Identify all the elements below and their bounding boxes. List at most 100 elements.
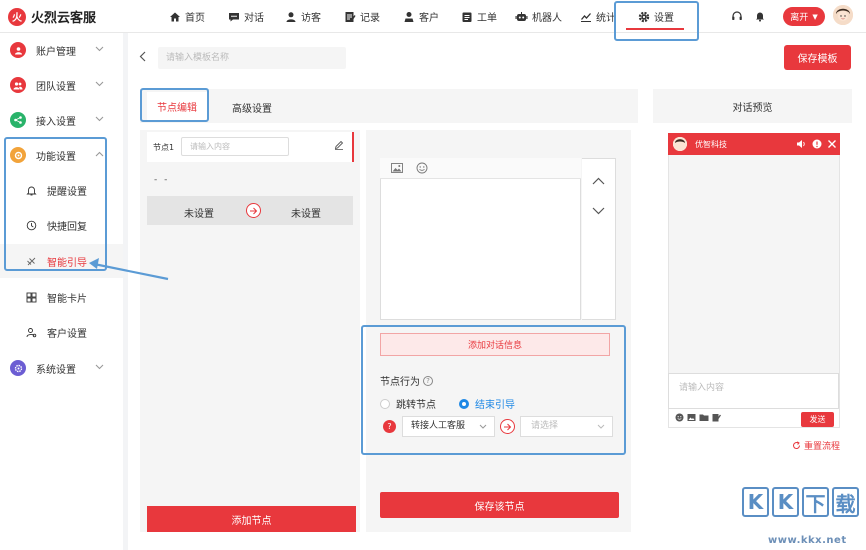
reset-flow-link[interactable]: 重置流程 [792,439,840,452]
annotation-arrow-icon [89,258,169,281]
customer-icon [404,11,414,22]
chat-preview-tools [675,413,721,422]
template-name-placeholder: 请输入模板名称 [166,53,230,63]
watermark-url: www.kkx.net [768,535,847,546]
speaker-icon[interactable] [796,139,806,149]
nav-item-robot[interactable]: 机器人 [515,9,562,24]
save-template-label: 保存模板 [797,54,838,65]
node-label: 节点1 [153,143,175,152]
sidebar-group-label: 系统设置 [36,364,76,376]
unset-left-label[interactable]: 未设置 [184,205,214,220]
nav-label: 工单 [477,13,497,24]
watermark: K K 下 载 [742,487,859,517]
nav-item-home[interactable]: 首页 [169,9,205,24]
top-bar: 火 火烈云客服 首页 对话 访客 记录 客户 工单 机器人 统计 设置 离开 ▼ [0,0,866,33]
arrow-right-icon [246,203,261,218]
sidebar-group-label: 团队设置 [36,81,76,93]
status-label: 离开 [790,13,809,23]
sidebar-group-label: 账户管理 [36,46,76,58]
logo[interactable]: 火 火烈云客服 [8,7,96,26]
nav-label: 统计 [596,13,616,24]
record-icon [345,11,356,22]
nav-item-customer[interactable]: 客户 [403,9,439,24]
save-node-label: 保存该节点 [474,501,525,513]
unset-right-label[interactable]: 未设置 [291,205,321,220]
bell-icon[interactable] [754,10,766,22]
headset-icon[interactable] [731,10,743,22]
chat-preview-header: 优智科技 [668,133,840,155]
status-button[interactable]: 离开 ▼ [783,7,825,26]
nav-item-chat[interactable]: 对话 [228,9,264,24]
add-node-label: 添加节点 [231,515,272,527]
chat-preview-body [669,155,839,373]
message-textarea[interactable] [380,158,581,320]
chevron-down-icon [95,46,104,52]
info-icon[interactable] [812,139,822,149]
robot-icon [515,11,528,21]
chevron-down-icon [95,81,104,87]
back-chevron-icon[interactable] [139,51,147,62]
save-node-button[interactable]: 保存该节点 [380,492,619,518]
pencil-icon[interactable] [334,140,344,150]
logo-text: 火烈云客服 [31,11,97,26]
editor-toolbar [380,158,581,179]
sidebar-item-smart-card[interactable]: 智能卡片 [0,280,123,314]
company-avatar [673,137,687,151]
sidebar-item-label: 客户设置 [47,328,87,340]
highlight-function-settings [4,137,107,271]
node-active-indicator [352,132,354,162]
sidebar-group-access[interactable]: 接入设置 [0,103,123,137]
logo-flame-icon: 火 [8,7,26,26]
image-icon[interactable] [687,413,696,422]
template-name-input[interactable]: 请输入模板名称 [158,47,346,69]
watermark-char: 下 [802,487,829,517]
send-button[interactable]: 发送 [801,412,834,427]
preview-header: 对话预览 [653,89,852,123]
caret-down-icon: ▼ [812,12,818,21]
tab-label: 高级设置 [232,104,272,115]
nav-item-stats[interactable]: 统计 [580,9,616,24]
account-icon [10,42,26,58]
visitor-icon [286,11,296,22]
chat-icon [229,12,239,21]
stats-icon [581,12,591,22]
access-icon [10,112,26,128]
emoji-icon[interactable] [416,162,428,174]
image-icon[interactable] [391,163,403,173]
nav-item-ticket[interactable]: 工单 [461,9,497,24]
system-icon [10,360,26,376]
nav-item-visitor[interactable]: 访客 [285,9,321,24]
sidebar-item-label: 智能卡片 [47,293,87,305]
node-content-input[interactable]: 请输入内容 [181,137,289,156]
nav-item-record[interactable]: 记录 [344,9,380,24]
chat-preview-input[interactable]: 请输入内容 [668,373,839,409]
node-dash: - - [154,175,170,185]
close-icon[interactable] [827,139,837,149]
watermark-char: K [742,487,769,517]
avatar[interactable] [833,5,853,25]
node-list-panel [140,130,360,532]
emoji-icon[interactable] [675,413,684,422]
sidebar-group-label: 接入设置 [36,116,76,128]
home-icon [170,12,180,21]
tab-advanced[interactable]: 高级设置 [232,100,272,115]
sidebar-group-system[interactable]: 系统设置 [0,351,123,385]
chat-input-placeholder: 请输入内容 [679,383,725,393]
highlight-node-behavior [361,325,626,455]
add-node-button[interactable]: 添加节点 [147,506,356,532]
watermark-char: K [772,487,799,517]
nav-label: 首页 [185,13,205,24]
edit-icon[interactable] [712,413,721,422]
chevron-down-icon [95,116,104,122]
chevron-up-icon[interactable] [592,177,605,185]
ticket-icon [462,12,472,22]
node-input-placeholder: 请输入内容 [190,142,230,151]
save-template-button[interactable]: 保存模板 [784,45,851,70]
chevron-down-icon[interactable] [592,207,605,215]
nav-label: 机器人 [532,13,562,24]
sidebar-group-account[interactable]: 账户管理 [0,33,123,67]
team-icon [10,77,26,93]
sidebar-item-customer-setting[interactable]: 客户设置 [0,315,123,349]
folder-icon[interactable] [699,413,709,422]
sidebar-group-team[interactable]: 团队设置 [0,68,123,102]
